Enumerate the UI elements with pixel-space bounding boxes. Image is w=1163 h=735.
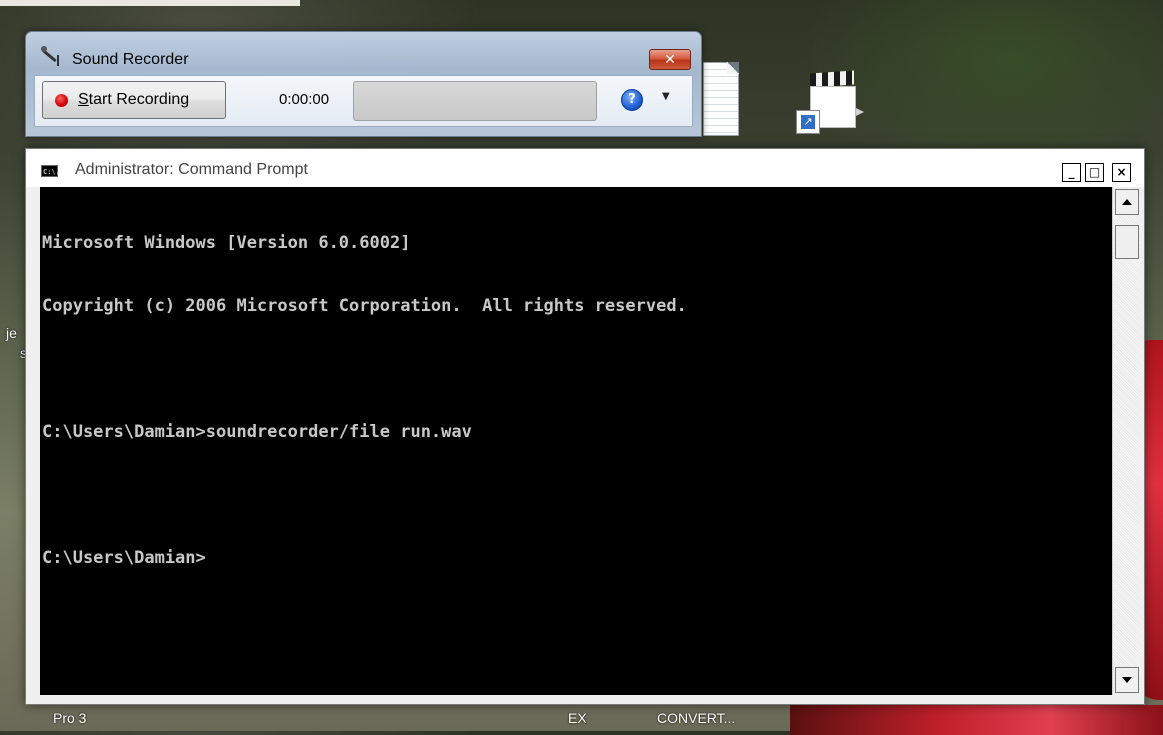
close-icon: ✕ (664, 51, 676, 68)
desktop-document-icon[interactable] (703, 62, 739, 136)
cmd-titlebar[interactable]: C:\. Administrator: Command Prompt _ □ × (26, 149, 1144, 187)
minimize-button[interactable]: _ (1062, 163, 1081, 182)
elapsed-time: 0:00:00 (279, 91, 330, 108)
help-icon[interactable]: ? (621, 89, 643, 111)
desktop-icon-label-partial[interactable]: je (6, 325, 17, 341)
shortcut-arrow-icon: ↗ (796, 110, 820, 134)
chevron-down-icon[interactable]: ▼ (662, 91, 670, 102)
clapper-stripes (810, 70, 854, 88)
microphone-icon (40, 46, 62, 66)
arrow-down-icon (1122, 677, 1132, 683)
record-dot-icon (55, 93, 68, 107)
console-output[interactable]: Microsoft Windows [Version 6.0.6002] Cop… (40, 187, 1112, 695)
window-title: Administrator: Command Prompt (75, 161, 308, 178)
console-prompt-line: C:\Users\Damian> (42, 548, 206, 568)
console-line: Microsoft Windows [Version 6.0.6002] (42, 233, 411, 253)
maximize-button[interactable]: □ (1085, 163, 1104, 182)
start-recording-label: Start Recording (78, 91, 190, 108)
sound-recorder-window: Sound Recorder ✕ Start Recording 0:00:00… (25, 31, 702, 137)
level-meter (353, 81, 597, 121)
arrow-up-icon (1122, 199, 1132, 205)
close-button[interactable]: ✕ (649, 49, 691, 70)
desktop-top-strip (0, 0, 300, 6)
taskbar-item[interactable]: EX (568, 710, 587, 726)
taskbar-item[interactable]: Pro 3 (53, 710, 86, 726)
command-prompt-window: C:\. Administrator: Command Prompt _ □ ×… (25, 148, 1145, 705)
scroll-down-button[interactable] (1115, 667, 1139, 693)
clapper-play-arrow-icon (856, 108, 864, 116)
console-line: C:\Users\Damian>soundrecorder/file run.w… (42, 422, 472, 442)
console-icon[interactable]: C:\. (41, 165, 60, 177)
start-recording-button[interactable]: Start Recording (42, 81, 226, 119)
vertical-scrollbar[interactable] (1112, 187, 1141, 695)
close-button[interactable]: × (1112, 163, 1131, 182)
window-title: Sound Recorder (72, 51, 189, 68)
scroll-up-button[interactable] (1115, 189, 1139, 215)
scroll-thumb[interactable] (1115, 225, 1139, 259)
desktop-clapperboard-icon[interactable]: ↗ (796, 70, 864, 136)
taskbar-item[interactable]: CONVERT... (657, 710, 735, 726)
sound-recorder-toolbar: Start Recording 0:00:00 ? ▼ (34, 75, 693, 127)
console-line: Copyright (c) 2006 Microsoft Corporation… (42, 296, 687, 316)
